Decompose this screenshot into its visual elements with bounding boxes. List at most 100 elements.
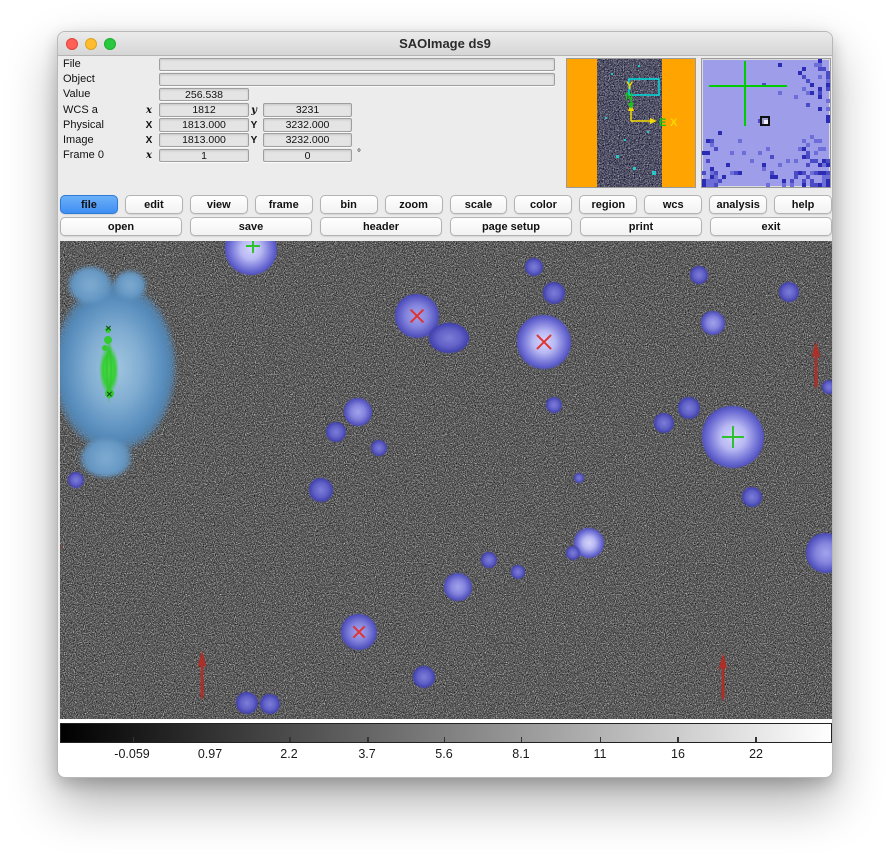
star [543,282,565,304]
info-field-frame-0-2[interactable]: 0 [263,149,352,163]
info-field-wcs-a-2[interactable]: 3231 [263,103,352,117]
magnifier-noise-pixel [766,183,770,187]
axis-sublabel: x [143,150,155,161]
menu-button-region[interactable]: region [579,195,637,214]
info-row: Value 256.538 [58,87,563,102]
red-x-marker [351,624,367,640]
galaxy-x-marker: ✕ [106,391,113,399]
menu-button-color[interactable]: color [514,195,572,214]
magnifier-noise-pixel [806,163,810,167]
info-label: Frame 0 [63,149,104,161]
star [481,552,497,568]
star [326,422,346,442]
magnifier-noise-pixel [806,143,810,147]
pan-axis-x-label: X [670,117,678,129]
menu-button-save[interactable]: save [190,217,312,236]
colorbar-area: -0.0590.972.23.75.68.1111622 [58,719,832,778]
star [690,266,708,284]
menu-button-file[interactable]: file [60,195,118,214]
magnifier-noise-pixel [802,183,806,187]
red-arrow-marker [810,341,822,394]
info-field-value-1[interactable]: 256.538 [159,88,249,102]
star [566,546,580,560]
menu-button-page-setup[interactable]: page setup [450,217,572,236]
green-cross-marker [722,426,744,448]
menu-button-scale[interactable]: scale [450,195,508,214]
magnifier-noise-pixel [826,163,830,167]
info-label: Image [63,134,94,146]
menu-button-frame[interactable]: frame [255,195,313,214]
colorbar-tick-label: 5.6 [435,747,452,761]
menu-button-bin[interactable]: bin [320,195,378,214]
info-field-frame-0-1[interactable]: 1 [159,149,249,163]
info-row: Frame 0x10° [58,148,563,163]
magnifier-noise-pixel [738,171,742,175]
galaxy-lobe [114,271,146,299]
magnifier-noise-pixel [802,67,806,71]
galaxy-lobe [68,267,112,303]
menu-button-exit[interactable]: exit [710,217,832,236]
magnifier-noise-pixel [786,159,790,163]
menu-button-view[interactable]: view [190,195,248,214]
magnifier-noise-pixel [718,179,722,183]
menu-button-help[interactable]: help [774,195,832,214]
menu-button-open[interactable]: open [60,217,182,236]
magnifier-noise-pixel [782,183,786,187]
red-x-marker [408,307,426,325]
menu-button-wcs[interactable]: wcs [644,195,702,214]
star [413,666,435,688]
colorbar-tick [600,737,602,742]
magnifier-noise-pixel [726,163,730,167]
pan-thumbnail[interactable]: Y N E X [566,58,696,188]
colorbar-tick [211,737,213,742]
colorbar[interactable] [60,723,832,743]
galaxy-lobe [80,439,132,477]
info-label: Physical [63,119,104,131]
magnifier-noise-pixel [818,107,822,111]
info-field-image-2[interactable]: 3232.000 [263,133,352,147]
magnifier-noise-pixel [778,91,782,95]
info-field-physical-1[interactable]: 1813.000 [159,118,249,132]
star [701,311,725,335]
menu-row-primary: file edit view frame binzoom scale color region… [60,195,832,214]
info-field-object[interactable] [159,73,555,87]
magnifier-noise-pixel [706,151,710,155]
menu-button-zoom[interactable]: zoom [385,195,443,214]
titlebar: SAOImage ds9 [58,32,832,56]
magnifier-noise-pixel [714,147,718,151]
magnifier-noise-pixel [758,151,762,155]
magnifier-noise-pixel [806,103,810,107]
colorbar-tick [677,737,679,742]
menu-button-header[interactable]: header [320,217,442,236]
info-row: WCS ax1812y3231 [58,103,563,118]
info-label: Object [63,73,95,85]
magnifier-noise-pixel [778,63,782,67]
info-field-file[interactable] [159,58,555,72]
magnifier-noise-pixel [810,91,814,95]
magnifier-thumbnail[interactable] [701,58,831,188]
star [779,282,799,302]
star [444,573,472,601]
info-field-physical-2[interactable]: 3232.000 [263,118,352,132]
colorbar-tick-label: 2.2 [280,747,297,761]
info-label: Value [63,88,90,100]
magnifier-noise-pixel [818,139,822,143]
star [68,472,84,488]
galaxy-x-marker: ✕ [105,325,112,333]
colorbar-tick-label: 11 [594,747,607,761]
colorbar-tick [444,737,446,742]
menu-button-edit[interactable]: edit [125,195,183,214]
magnifier-crosshair-vertical [744,61,746,126]
star [525,258,543,276]
magnifier-noise-pixel [814,151,818,155]
menu-button-analysis[interactable]: analysis [709,195,767,214]
info-field-wcs-a-1[interactable]: 1812 [159,103,249,117]
magnifier-noise-pixel [706,159,710,163]
info-row: PhysicalX1813.000Y3232.000 [58,118,563,133]
axis-sublabel: y [248,105,260,116]
info-field-image-1[interactable]: 1813.000 [159,133,249,147]
menu-button-print[interactable]: print [580,217,702,236]
star [371,440,387,456]
image-canvas[interactable]: ✕ ✕ [60,241,832,719]
pan-view: Y N E X [567,59,695,187]
